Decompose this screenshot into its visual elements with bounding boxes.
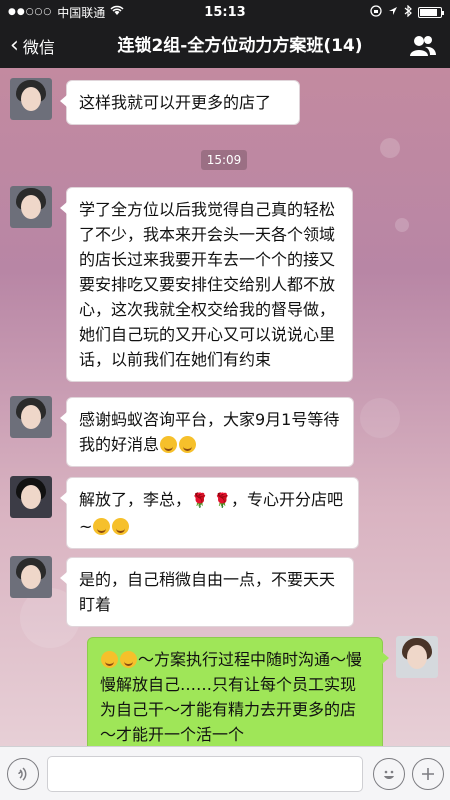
nav-bar: ‹ 微信 连锁2组-全方位动力方案班(14)	[0, 24, 450, 68]
message-bubble[interactable]: 是的，自己稍微自由一点，不要天天盯着	[60, 557, 354, 627]
rotation-lock-icon	[370, 4, 382, 20]
avatar[interactable]	[10, 78, 52, 120]
my-message-bubble[interactable]: ～方案执行过程中随时沟通～慢慢解放自己……只有让每个员工实现为自己干～才能有精力…	[87, 637, 389, 746]
input-bar	[0, 746, 450, 800]
message-bubble[interactable]: 这样我就可以开更多的店了	[60, 80, 300, 125]
smile-emoji-icon	[179, 436, 197, 453]
bluetooth-icon	[404, 4, 412, 20]
message-bubble[interactable]: 学了全方位以后我觉得自己真的轻松了不少，我本来开会头一天各个领域的店长过来我要开…	[60, 187, 353, 382]
smile-emoji-icon	[120, 651, 137, 668]
message-text: 感谢蚂蚁咨询平台，大家9月1号等待我的好消息	[79, 410, 340, 454]
my-avatar[interactable]	[396, 636, 438, 678]
voice-button[interactable]	[7, 758, 39, 790]
rose-emoji-icon: 🌹	[213, 493, 231, 509]
grin-emoji-icon	[112, 518, 130, 535]
grin-emoji-icon	[93, 518, 111, 535]
status-bar: ●●○○○ 中国联通 15:13	[0, 0, 450, 24]
message-bubble[interactable]: 解放了，李总，🌹 🌹，专心开分店吧~	[60, 477, 359, 549]
message-text: 解放了，李总，	[79, 490, 192, 509]
avatar[interactable]	[10, 186, 52, 228]
message-timestamp: 15:09	[201, 150, 247, 170]
message-input[interactable]	[47, 756, 363, 792]
voice-icon	[18, 767, 27, 781]
chat-area[interactable]: 这样我就可以开更多的店了 15:09 学了全方位以后我觉得自己真的轻松了不少，我…	[0, 68, 450, 746]
plus-button[interactable]	[412, 758, 444, 790]
avatar[interactable]	[10, 396, 52, 438]
battery-icon	[418, 6, 444, 18]
avatar[interactable]	[10, 476, 52, 518]
rose-emoji-icon: 🌹	[191, 493, 209, 509]
plus-icon	[422, 768, 434, 780]
emoji-icon	[384, 770, 394, 779]
chat-title: 连锁2组-全方位动力方案班(14)	[117, 36, 363, 56]
emoji-button[interactable]	[373, 758, 405, 790]
message-text: ～方案执行过程中随时沟通～慢慢解放自己……只有让每个员工实现为自己干～才能有精力…	[100, 650, 363, 744]
avatar[interactable]	[10, 556, 52, 598]
smile-emoji-icon	[160, 436, 178, 453]
message-bubble[interactable]: 感谢蚂蚁咨询平台，大家9月1号等待我的好消息	[60, 397, 354, 467]
group-icon[interactable]	[410, 34, 436, 58]
location-icon	[388, 6, 398, 19]
smile-emoji-icon	[101, 651, 118, 668]
